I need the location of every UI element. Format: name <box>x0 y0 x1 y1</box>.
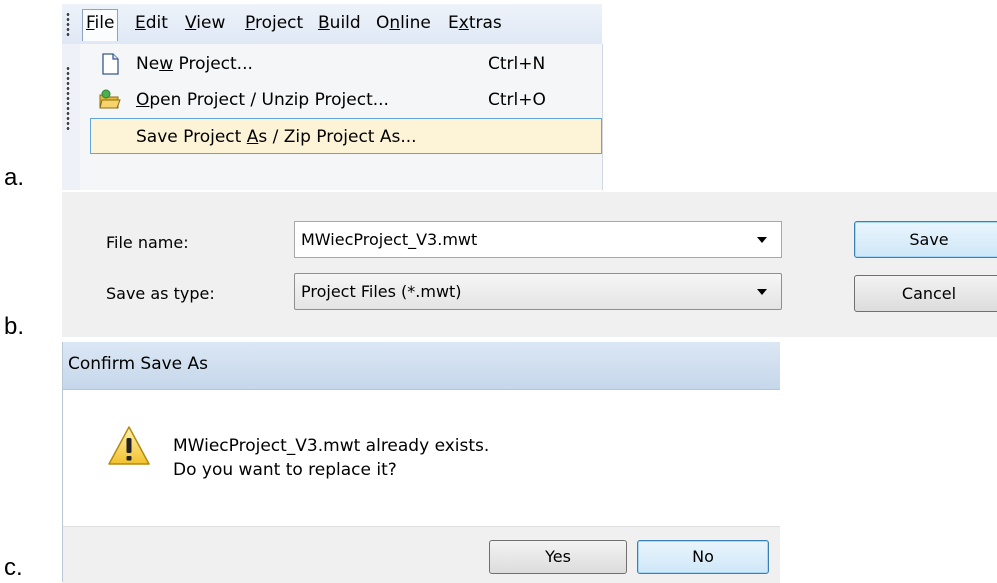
menu-view[interactable]: View <box>182 10 228 37</box>
menu-bar: File Edit View Project Build Online Extr… <box>62 4 602 45</box>
file-menu-section: File Edit View Project Build Online Extr… <box>62 4 603 190</box>
menu-item-new-project[interactable]: New Project... Ctrl+N <box>90 46 600 82</box>
dialog-footer: Yes No <box>63 526 780 583</box>
menu-extras[interactable]: Extras <box>445 10 505 37</box>
dialog-title: Confirm Save As <box>68 354 209 374</box>
menu-file[interactable]: File <box>82 9 119 41</box>
chevron-down-icon[interactable] <box>757 237 767 243</box>
menu-item-save-project-as[interactable]: Save Project As / Zip Project As... <box>90 118 602 154</box>
menu-build[interactable]: Build <box>315 10 364 37</box>
dialog-title-bar[interactable]: Confirm Save As <box>63 342 780 390</box>
toolbar-grip-vertical[interactable] <box>66 66 70 130</box>
toolbar-strip <box>62 44 80 190</box>
label-a: a. <box>4 164 25 191</box>
save-as-dialog: File name: MWiecProject_V3.mwt Save as t… <box>62 192 997 337</box>
file-name-input[interactable]: MWiecProject_V3.mwt <box>294 221 782 258</box>
chevron-down-icon[interactable] <box>757 289 767 295</box>
save-type-select[interactable]: Project Files (*.mwt) <box>294 273 782 310</box>
save-button[interactable]: Save <box>854 221 997 258</box>
toolbar-grip[interactable] <box>66 12 70 38</box>
shortcut-new: Ctrl+N <box>488 54 546 74</box>
message-line-2: Do you want to replace it? <box>173 460 397 480</box>
file-name-label: File name: <box>106 233 189 252</box>
confirm-save-as-dialog: Confirm Save As MWiecProject_V3.mwt alre… <box>62 342 780 583</box>
menu-online[interactable]: Online <box>373 10 434 37</box>
warning-icon <box>108 426 150 465</box>
menu-project[interactable]: Project <box>242 10 306 37</box>
message-line-1: MWiecProject_V3.mwt already exists. <box>173 436 490 456</box>
label-c: c. <box>4 554 23 581</box>
menu-item-open-project[interactable]: Open Project / Unzip Project... Ctrl+O <box>90 82 600 118</box>
file-dropdown: New Project... Ctrl+N Open Project / Unz… <box>80 44 603 190</box>
yes-button[interactable]: Yes <box>489 540 627 574</box>
shortcut-open: Ctrl+O <box>488 90 546 110</box>
no-button[interactable]: No <box>637 540 769 574</box>
new-document-icon <box>102 53 119 75</box>
save-type-label: Save as type: <box>106 284 215 303</box>
label-b: b. <box>4 313 25 340</box>
menu-edit[interactable]: Edit <box>132 10 171 37</box>
cancel-button[interactable]: Cancel <box>854 275 997 312</box>
open-folder-icon <box>99 89 121 109</box>
